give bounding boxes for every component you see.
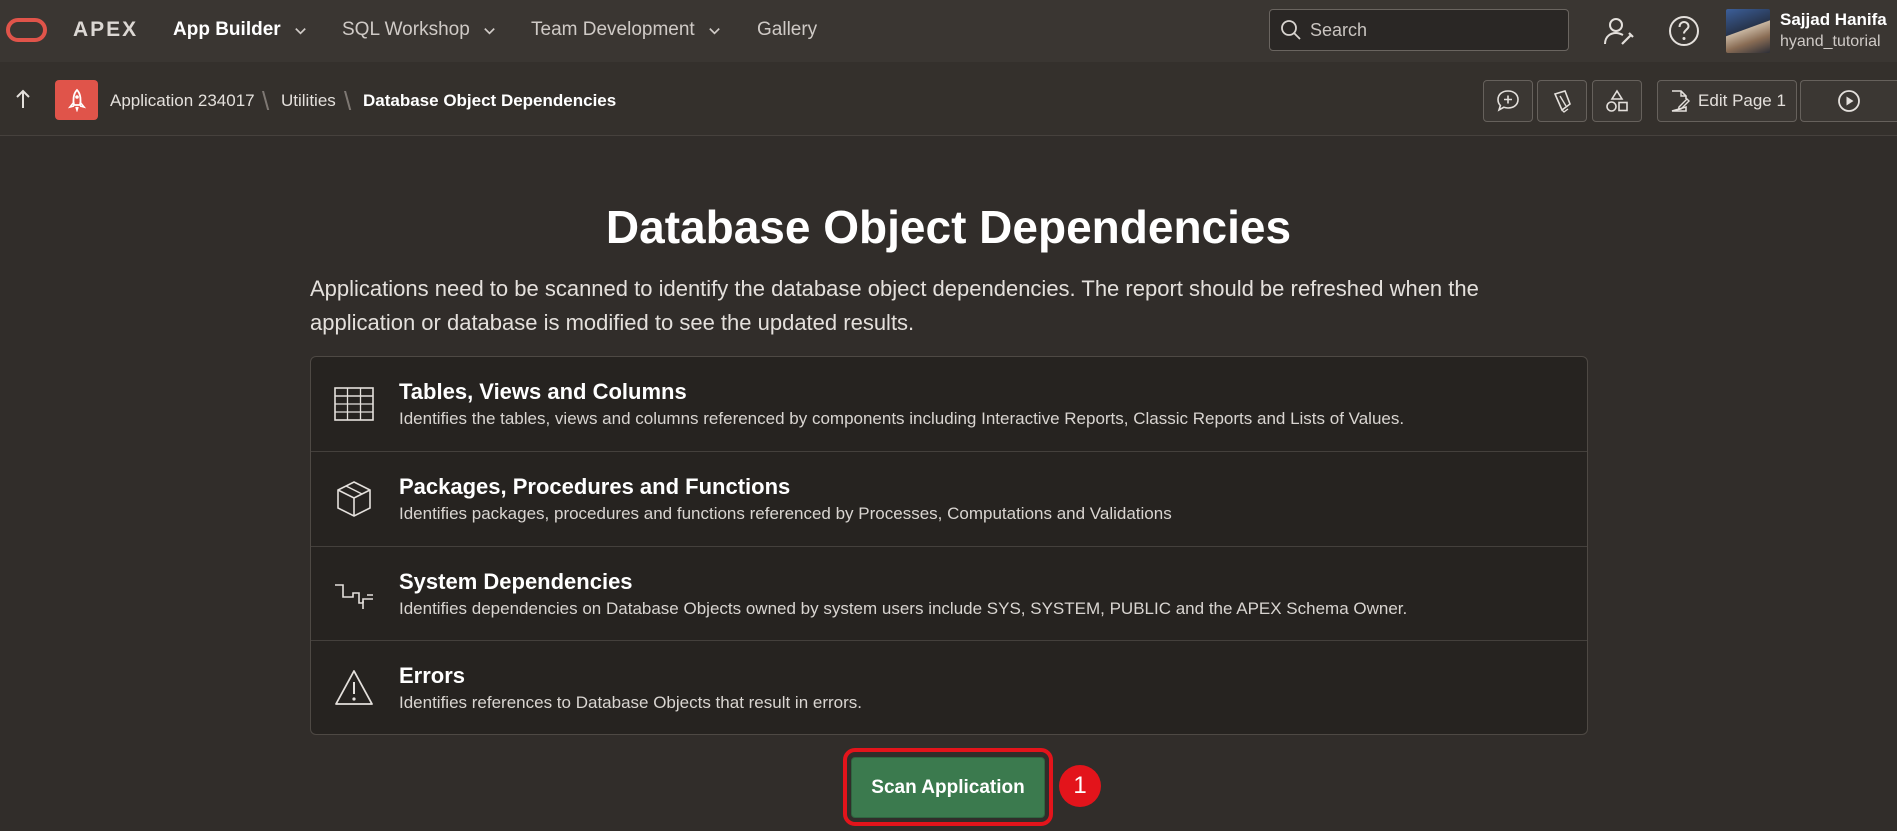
- run-page-icon: [1838, 90, 1860, 112]
- help-icon[interactable]: [1667, 14, 1701, 48]
- user-name[interactable]: Sajjad Hanifa: [1780, 10, 1887, 30]
- chevron-down-icon: [483, 27, 495, 35]
- app-rocket-icon: [67, 88, 86, 112]
- run-page-button[interactable]: [1800, 80, 1897, 122]
- nav-app-builder-label: App Builder: [173, 19, 281, 40]
- category-description: Identifies references to Database Object…: [399, 693, 863, 712]
- list-item: Errors Identifies references to Database…: [311, 640, 1587, 734]
- category-description: Identifies packages, procedures and func…: [399, 504, 1172, 523]
- top-navigation: APEX App Builder SQL Workshop Team Devel…: [0, 0, 1897, 63]
- shared-components-button[interactable]: [1592, 80, 1642, 122]
- apex-brand[interactable]: APEX: [73, 18, 138, 42]
- step-number-badge: 1: [1059, 765, 1101, 807]
- up-arrow-icon[interactable]: [14, 88, 32, 110]
- category-description: Identifies dependencies on Database Obje…: [399, 599, 1408, 618]
- dependency-categories-list: Tables, Views and Columns Identifies the…: [310, 356, 1588, 735]
- search-icon: [1281, 20, 1301, 40]
- search-box[interactable]: [1269, 9, 1569, 51]
- oracle-logo-icon[interactable]: [6, 18, 47, 42]
- edit-page-label: Edit Page 1: [1698, 91, 1786, 110]
- list-item: System Dependencies Identifies dependenc…: [311, 546, 1587, 640]
- list-item: Tables, Views and Columns Identifies the…: [311, 357, 1587, 451]
- chevron-down-icon: [294, 27, 306, 35]
- category-title: Tables, Views and Columns: [399, 379, 687, 404]
- edit-page-icon: [1671, 90, 1691, 112]
- nav-gallery[interactable]: Gallery: [757, 19, 817, 41]
- nav-sql-workshop[interactable]: SQL Workshop: [342, 19, 497, 41]
- comment-button[interactable]: [1483, 80, 1533, 122]
- nav-gallery-label: Gallery: [757, 19, 818, 40]
- avatar[interactable]: [1726, 9, 1770, 53]
- breadcrumb-bar: Application 234017 \ Utilities \ Databas…: [0, 62, 1897, 136]
- breadcrumb-separator: \: [262, 86, 270, 116]
- table-icon: [334, 387, 374, 421]
- list-item: Packages, Procedures and Functions Ident…: [311, 451, 1587, 545]
- breadcrumb-application[interactable]: Application 234017: [110, 91, 255, 111]
- breadcrumb-utilities[interactable]: Utilities: [281, 91, 336, 111]
- warning-icon: [335, 670, 373, 705]
- highlighter-icon: [1553, 90, 1571, 113]
- category-title: Packages, Procedures and Functions: [399, 474, 791, 499]
- app-icon[interactable]: [55, 80, 98, 120]
- user-workspace[interactable]: hyand_tutorial: [1780, 33, 1881, 51]
- highlight-button[interactable]: [1537, 80, 1587, 122]
- category-description: Identifies the tables, views and columns…: [399, 409, 1405, 428]
- search-input[interactable]: [1308, 18, 1552, 42]
- breadcrumb-separator: \: [344, 86, 352, 116]
- nav-team-development[interactable]: Team Development: [531, 19, 722, 41]
- scan-application-button[interactable]: Scan Application: [851, 757, 1045, 818]
- dependency-icon: [335, 584, 373, 609]
- page-title: Database Object Dependencies: [605, 201, 1292, 253]
- shapes-icon: [1606, 89, 1628, 112]
- category-title: Errors: [399, 663, 466, 688]
- nav-app-builder[interactable]: App Builder: [173, 19, 308, 41]
- nav-sql-workshop-label: SQL Workshop: [342, 19, 470, 40]
- administration-icon[interactable]: [1602, 14, 1636, 48]
- comment-add-icon: [1497, 90, 1519, 112]
- breadcrumb-current-page: Database Object Dependencies: [363, 91, 617, 110]
- nav-team-development-label: Team Development: [531, 19, 695, 40]
- page-description: Applications need to be scanned to ident…: [310, 276, 1479, 335]
- chevron-down-icon: [708, 27, 720, 35]
- category-title: System Dependencies: [399, 569, 633, 594]
- edit-page-button[interactable]: Edit Page 1: [1657, 80, 1797, 122]
- package-icon: [337, 481, 371, 517]
